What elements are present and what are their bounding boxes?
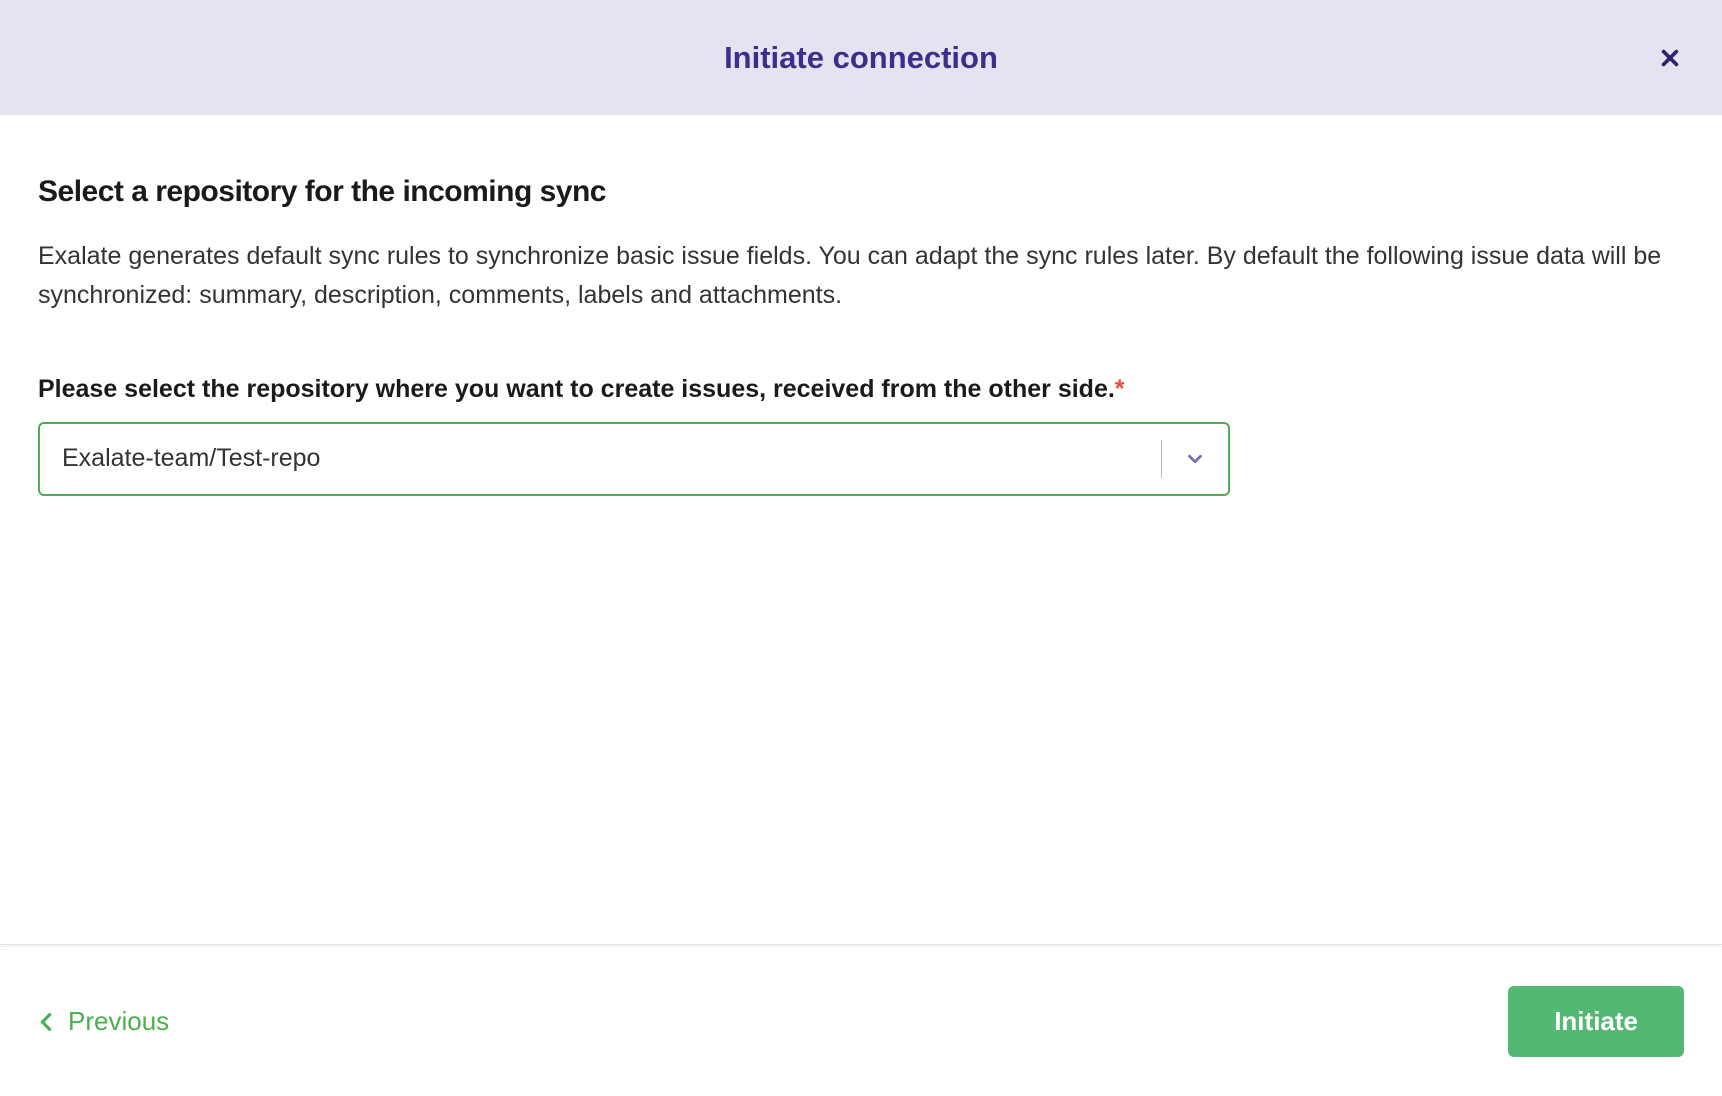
field-label-text: Please select the repository where you w… xyxy=(38,375,1115,403)
select-chevron-container xyxy=(1162,424,1228,494)
modal-header: Initiate connection xyxy=(0,0,1722,115)
chevron-down-icon xyxy=(1184,448,1206,470)
initiate-button[interactable]: Initiate xyxy=(1508,986,1684,1057)
section-heading: Select a repository for the incoming syn… xyxy=(38,175,1684,209)
repository-select-value: Exalate-team/Test-repo xyxy=(40,444,1161,473)
modal-title: Initiate connection xyxy=(724,40,998,76)
required-asterisk: * xyxy=(1115,375,1125,403)
close-icon xyxy=(1659,47,1681,69)
chevron-left-icon xyxy=(38,1011,54,1033)
modal-body: Select a repository for the incoming syn… xyxy=(0,115,1722,945)
previous-button[interactable]: Previous xyxy=(38,1006,169,1037)
description-text: Exalate generates default sync rules to … xyxy=(38,237,1678,315)
previous-button-label: Previous xyxy=(68,1006,169,1037)
repository-field-label: Please select the repository where you w… xyxy=(38,375,1684,404)
modal-footer: Previous Initiate xyxy=(0,946,1722,1096)
close-button[interactable] xyxy=(1656,44,1684,72)
repository-select[interactable]: Exalate-team/Test-repo xyxy=(38,422,1230,496)
